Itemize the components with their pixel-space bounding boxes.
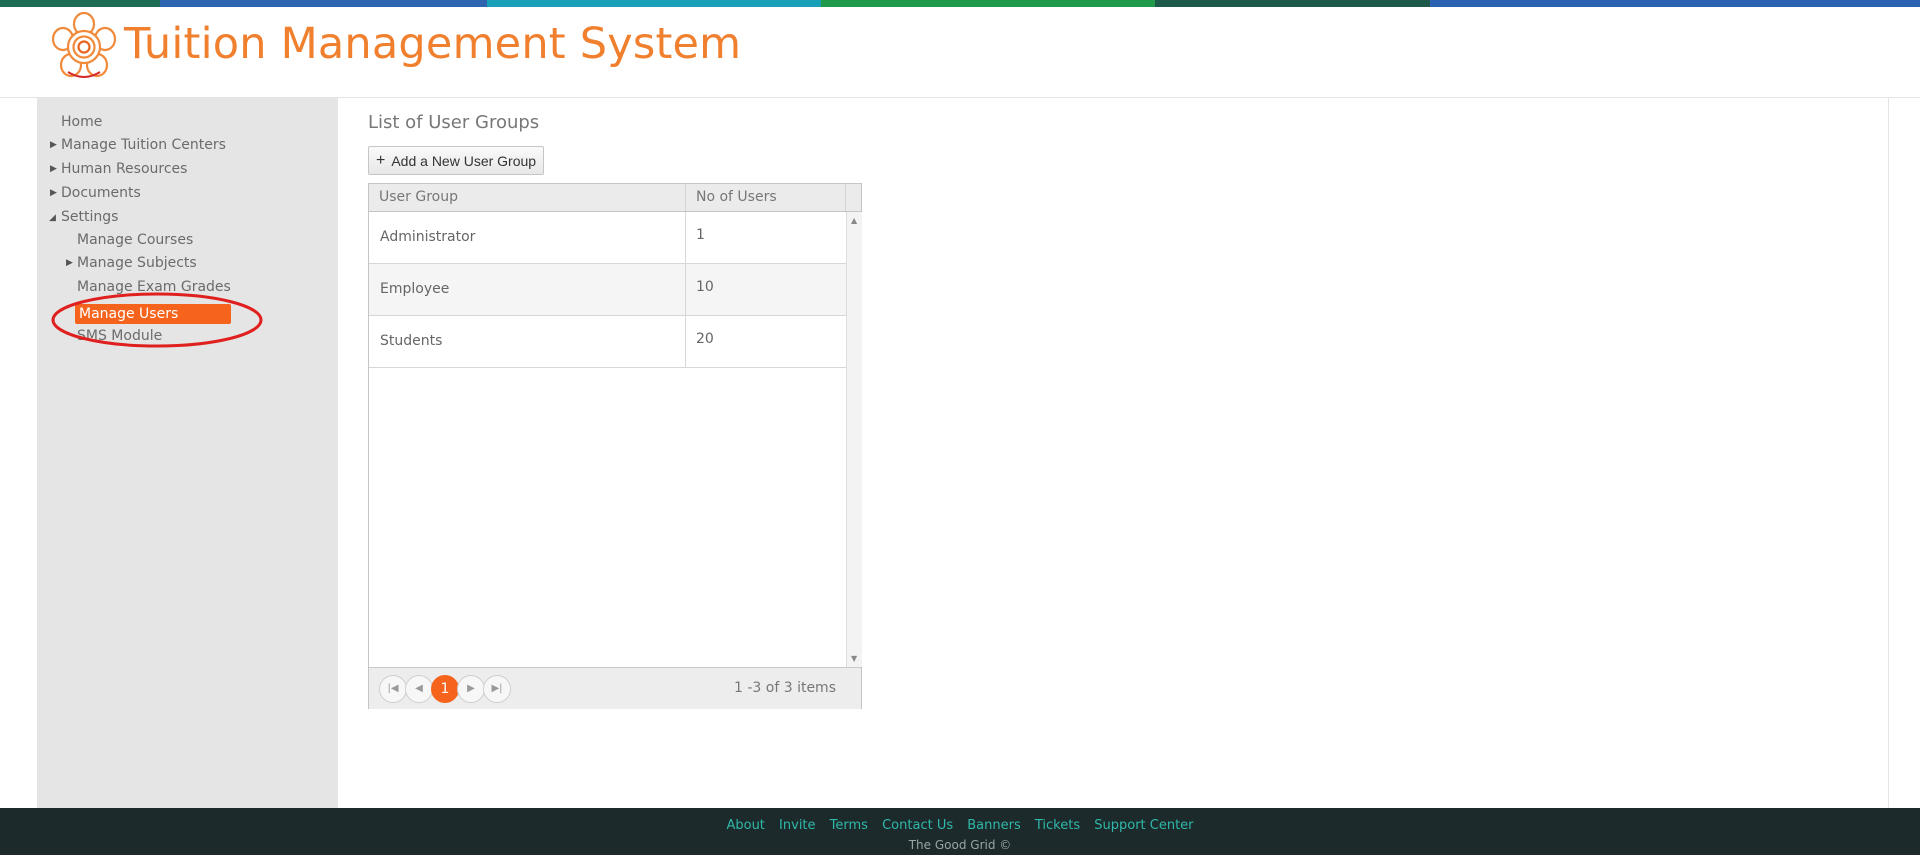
sidebar-item-label: Settings — [61, 209, 119, 225]
sidebar: Home ▶ Manage Tuition Centers ▶ Human Re… — [37, 98, 338, 808]
stripe-segment — [1430, 0, 1920, 7]
footer-link-contact-us[interactable]: Contact Us — [882, 818, 953, 833]
footer-link-banners[interactable]: Banners — [967, 818, 1020, 833]
sidebar-item-manage-courses[interactable]: Manage Courses — [77, 230, 193, 250]
cell-user-group: Students — [369, 316, 686, 367]
add-user-group-label: Add a New User Group — [391, 152, 537, 169]
user-groups-grid: User Group No of Users Administrator 1 E… — [368, 183, 862, 709]
sidebar-item-manage-exam-grades[interactable]: Manage Exam Grades — [77, 277, 231, 297]
first-page-icon[interactable]: |◀ — [379, 675, 407, 703]
sidebar-item-human-resources[interactable]: ▶ Human Resources — [50, 159, 188, 179]
table-row[interactable]: Employee 10 — [369, 264, 846, 316]
sidebar-item-label: Home — [61, 114, 103, 130]
sidebar-item-label: Manage Subjects — [77, 255, 197, 271]
footer: About Invite Terms Contact Us Banners Ti… — [0, 808, 1920, 855]
grid-body: Administrator 1 Employee 10 Students 20 — [369, 212, 846, 667]
last-page-icon[interactable]: ▶| — [483, 675, 511, 703]
sidebar-item-home[interactable]: Home — [61, 112, 102, 132]
stripe-segment — [160, 0, 487, 7]
sidebar-item-label: Documents — [61, 185, 141, 201]
cell-user-group: Employee — [369, 264, 686, 315]
sidebar-item-label: Manage Users — [79, 306, 179, 322]
caret-down-icon[interactable]: ◢ — [49, 208, 56, 228]
caret-right-icon[interactable]: ▶ — [66, 253, 73, 273]
next-page-icon[interactable]: ▶ — [457, 675, 485, 703]
column-header-user-group[interactable]: User Group — [369, 184, 686, 211]
app-title: Tuition Management System — [124, 19, 742, 69]
cell-no-of-users: 1 — [696, 227, 705, 243]
stripe-segment — [1155, 0, 1430, 7]
sidebar-item-label: Manage Exam Grades — [77, 279, 231, 295]
page-title: List of User Groups — [368, 112, 540, 133]
footer-link-invite[interactable]: Invite — [779, 818, 815, 833]
copyright: The Good Grid © — [908, 838, 1012, 852]
sidebar-item-label: Manage Tuition Centers — [61, 137, 226, 153]
footer-link-terms[interactable]: Terms — [830, 818, 868, 833]
top-color-stripe — [0, 0, 1920, 7]
sidebar-item-label: Human Resources — [61, 161, 188, 177]
table-row[interactable]: Students 20 — [369, 316, 846, 368]
table-row[interactable]: Administrator 1 — [369, 212, 846, 264]
app-header: Tuition Management System — [0, 7, 1920, 98]
cell-user-group: Administrator — [369, 212, 686, 263]
sidebar-item-label: SMS Module — [77, 328, 163, 344]
grid-pager: |◀ ◀ 1 ▶ ▶| 1 -3 of 3 items — [369, 667, 861, 709]
plus-icon: + — [376, 151, 386, 169]
pager-info: 1 -3 of 3 items — [734, 680, 836, 696]
sidebar-item-manage-users[interactable]: Manage Users — [75, 304, 231, 324]
stripe-segment — [487, 0, 821, 7]
prev-page-icon[interactable]: ◀ — [405, 675, 433, 703]
footer-link-about[interactable]: About — [726, 818, 764, 833]
add-user-group-button[interactable]: + Add a New User Group — [368, 146, 545, 175]
footer-links: About Invite Terms Contact Us Banners Ti… — [0, 818, 1920, 833]
caret-right-icon[interactable]: ▶ — [50, 183, 57, 203]
footer-link-support-center[interactable]: Support Center — [1094, 818, 1193, 833]
cell-no-of-users: 10 — [696, 279, 714, 295]
caret-right-icon[interactable]: ▶ — [50, 135, 57, 155]
sidebar-item-sms-module[interactable]: SMS Module — [77, 326, 162, 346]
flower-logo-icon[interactable] — [48, 10, 120, 82]
sidebar-item-manage-tuition-centers[interactable]: ▶ Manage Tuition Centers — [50, 135, 226, 155]
cell-no-of-users: 20 — [696, 331, 714, 347]
grid-header: User Group No of Users — [369, 184, 861, 212]
main-content: List of User Groups + Add a New User Gro… — [338, 98, 1889, 808]
stripe-segment — [0, 0, 160, 7]
sidebar-item-label: Manage Courses — [77, 232, 194, 248]
sidebar-item-settings[interactable]: ◢ Settings — [49, 207, 119, 227]
stripe-segment — [821, 0, 1155, 7]
column-header-no-of-users[interactable]: No of Users — [686, 184, 846, 211]
scroll-up-icon[interactable]: ▲ — [851, 216, 857, 225]
sidebar-item-manage-subjects[interactable]: ▶ Manage Subjects — [66, 253, 197, 273]
footer-link-tickets[interactable]: Tickets — [1035, 818, 1080, 833]
page-1-button[interactable]: 1 — [431, 675, 459, 703]
grid-scrollbar[interactable]: ▲ ▼ — [846, 212, 862, 667]
sidebar-item-documents[interactable]: ▶ Documents — [50, 183, 141, 203]
scroll-down-icon[interactable]: ▼ — [851, 654, 857, 663]
caret-right-icon[interactable]: ▶ — [50, 159, 57, 179]
